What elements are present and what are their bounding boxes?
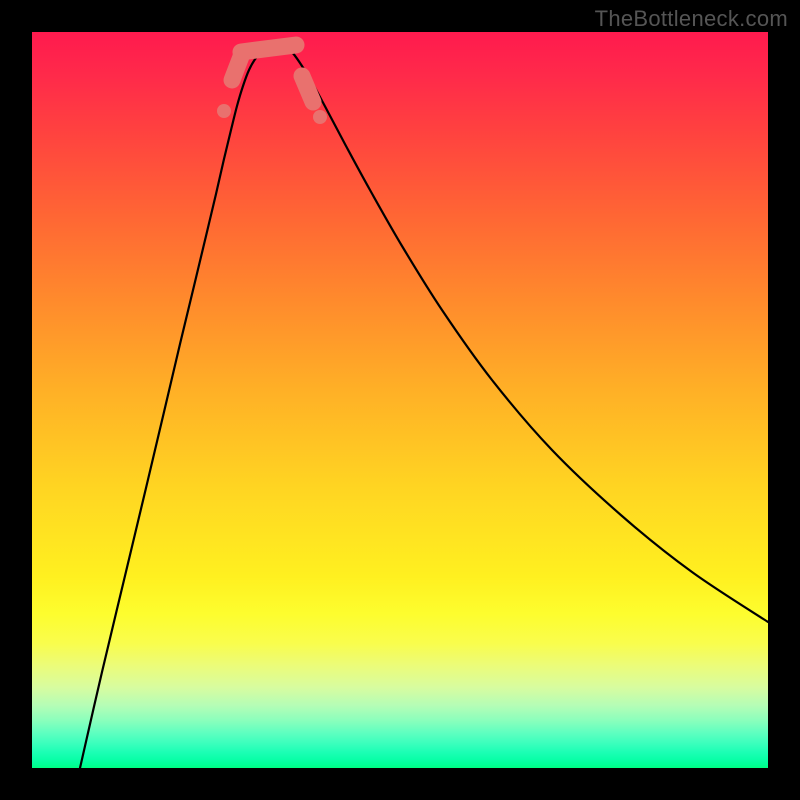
valley-marker-capsule bbox=[302, 76, 313, 102]
left-curve bbox=[80, 42, 282, 768]
chart-frame: TheBottleneck.com bbox=[0, 0, 800, 800]
watermark-text: TheBottleneck.com bbox=[595, 6, 788, 32]
curves-svg bbox=[32, 32, 768, 768]
valley-marker-dot bbox=[217, 104, 231, 118]
curve-group bbox=[80, 42, 768, 768]
valley-marker-group bbox=[217, 45, 327, 124]
plot-area bbox=[32, 32, 768, 768]
valley-marker-capsule bbox=[232, 54, 242, 80]
right-curve bbox=[282, 42, 768, 622]
valley-marker-dot bbox=[313, 110, 327, 124]
